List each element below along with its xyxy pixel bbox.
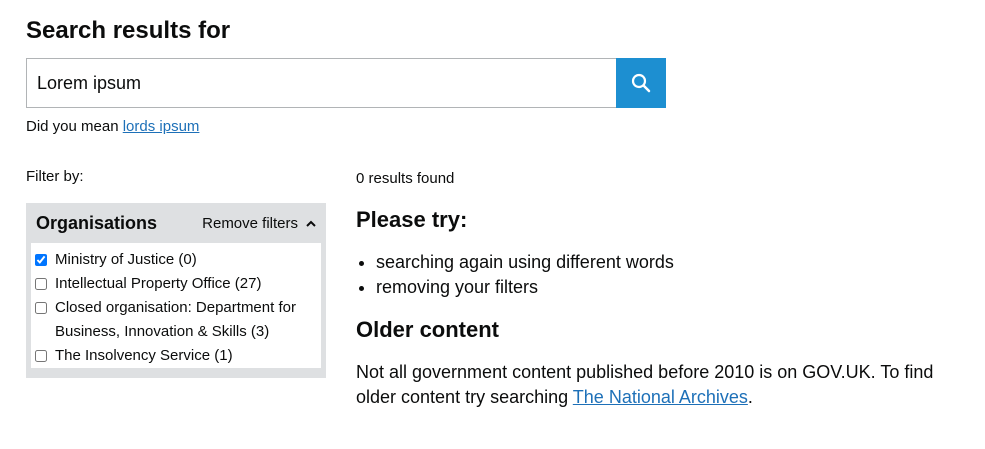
remove-filters-label: Remove filters: [202, 214, 298, 232]
facet-title: Organisations: [36, 212, 158, 233]
search-input[interactable]: [26, 58, 616, 108]
facet-option-label: The Insolvency Service (1): [55, 347, 233, 364]
suggestion-prefix: Did you mean: [26, 118, 123, 135]
results-count: 0 results found: [356, 170, 455, 187]
page-title: Search results for: [26, 17, 231, 44]
facet-header[interactable]: Organisations Remove filters: [31, 203, 321, 243]
facet-checkbox[interactable]: [35, 254, 47, 266]
filter-by-label: Filter by:: [26, 168, 84, 185]
remove-filters-button[interactable]: Remove filters: [202, 215, 316, 232]
suggestion-link[interactable]: lords ipsum: [123, 118, 200, 135]
please-try-heading: Please try:: [356, 207, 468, 232]
older-content-heading: Older content: [356, 317, 500, 342]
facet-checkbox[interactable]: [35, 278, 47, 290]
facet-option-label: Ministry of Justice (0): [55, 251, 197, 268]
list-item: removing your filters: [376, 275, 674, 300]
search-icon: [631, 73, 651, 93]
list-item: searching again using different words: [376, 250, 674, 275]
national-archives-link[interactable]: The National Archives: [573, 387, 748, 407]
older-content-text: Not all government content published bef…: [356, 360, 966, 410]
chevron-up-icon: [306, 220, 316, 227]
search-tips-list: searching again using different words re…: [356, 250, 674, 300]
facet-option[interactable]: Ministry of Justice (0): [31, 248, 321, 272]
search-form: [26, 58, 666, 108]
older-text-suffix: .: [747, 387, 753, 407]
facet-option[interactable]: Closed organisation: Department for Busi…: [31, 296, 321, 344]
facet-option[interactable]: The Insolvency Service (1): [31, 344, 321, 368]
facet-options: Ministry of Justice (0) Intellectual Pro…: [31, 243, 321, 368]
search-button[interactable]: [616, 58, 666, 108]
facet-checkbox[interactable]: [35, 302, 47, 314]
facet-checkbox[interactable]: [35, 350, 47, 362]
facet-option-label: Intellectual Property Office (27): [55, 275, 262, 292]
facet-option-label: Closed organisation: Department for Busi…: [55, 299, 296, 340]
organisations-facet: Organisations Remove filters Ministry of…: [26, 203, 326, 378]
facet-option[interactable]: Intellectual Property Office (27): [31, 272, 321, 296]
spelling-suggestion: Did you mean lords ipsum: [26, 117, 199, 137]
